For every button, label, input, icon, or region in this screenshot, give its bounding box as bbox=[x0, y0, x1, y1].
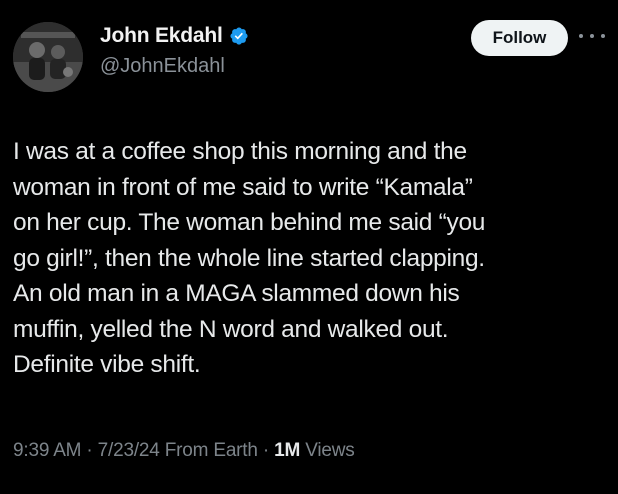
author-display-name[interactable]: John Ekdahl bbox=[100, 24, 223, 48]
tweet-meta: 9:39 AM · 7/23/24 From Earth · 1M Views bbox=[13, 440, 355, 462]
tweet-text-line: go girl!”, then the whole line started c… bbox=[13, 244, 485, 272]
verified-badge-icon bbox=[229, 26, 249, 46]
author-handle[interactable]: @JohnEkdahl bbox=[100, 55, 225, 78]
more-dot bbox=[579, 34, 583, 38]
tweet-card: John Ekdahl @JohnEkdahl Follow I was at … bbox=[0, 0, 618, 494]
tweet-text-line: muffin, yelled the N word and walked out… bbox=[13, 315, 449, 343]
tweet-text: I was at a coffee shop this morning and … bbox=[13, 134, 608, 383]
tweet-source: From Earth bbox=[164, 440, 258, 461]
profile-photo bbox=[13, 22, 83, 92]
tweet-text-line: An old man in a MAGA slammed down his bbox=[13, 280, 460, 307]
tweet-time[interactable]: 9:39 AM bbox=[13, 440, 82, 461]
tweet-text-line: I was at a coffee shop this morning and … bbox=[13, 138, 467, 165]
more-options-icon[interactable] bbox=[579, 26, 605, 46]
views-label: Views bbox=[305, 440, 355, 461]
tweet-text-line: Definite vibe shift. bbox=[13, 351, 201, 378]
tweet-text-line: on her cup. The woman behind me said “yo… bbox=[13, 209, 486, 236]
more-dot bbox=[601, 34, 605, 38]
views-count: 1M bbox=[274, 440, 301, 461]
meta-separator: · bbox=[86, 440, 93, 461]
avatar[interactable] bbox=[13, 22, 83, 92]
meta-separator: · bbox=[262, 440, 269, 461]
follow-button[interactable]: Follow bbox=[471, 20, 568, 56]
tweet-text-line: woman in front of me said to write “Kama… bbox=[13, 173, 473, 201]
author-name-row: John Ekdahl bbox=[100, 24, 249, 48]
tweet-date[interactable]: 7/23/24 bbox=[98, 440, 160, 461]
more-dot bbox=[590, 34, 594, 38]
